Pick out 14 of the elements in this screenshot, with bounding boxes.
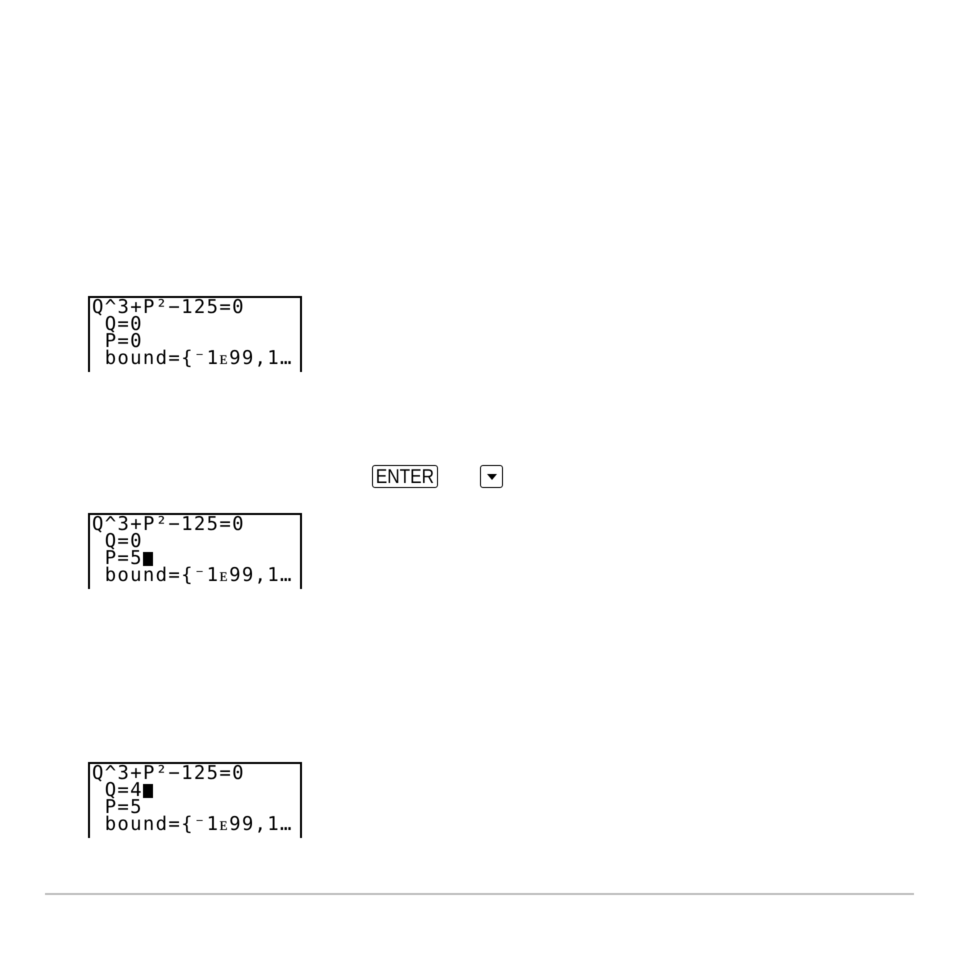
screen-text-line: Q^3+P²−125=0 [92,299,245,316]
screen-text-line: P=5 [104,799,143,816]
screen-text-line: Q=4 [104,782,143,799]
caret-down-icon [486,474,496,480]
enter-key: ENTER [372,465,438,488]
screen-text-line: bound={⁻1ᴇ99,1… [104,567,293,584]
screen-text-line: bound={⁻1ᴇ99,1… [104,816,293,833]
screen-text-line: Q=0 [104,316,143,333]
screen-text-line: bound={⁻1ᴇ99,1… [104,350,293,367]
screen-text-line: P=5 [104,550,143,567]
screen-text-line: Q^3+P²−125=0 [92,516,245,533]
screen-text-line: Q^3+P²−125=0 [92,765,245,782]
screen-text-line: P=0 [104,333,143,350]
screen-text-line: Q=0 [104,533,143,550]
